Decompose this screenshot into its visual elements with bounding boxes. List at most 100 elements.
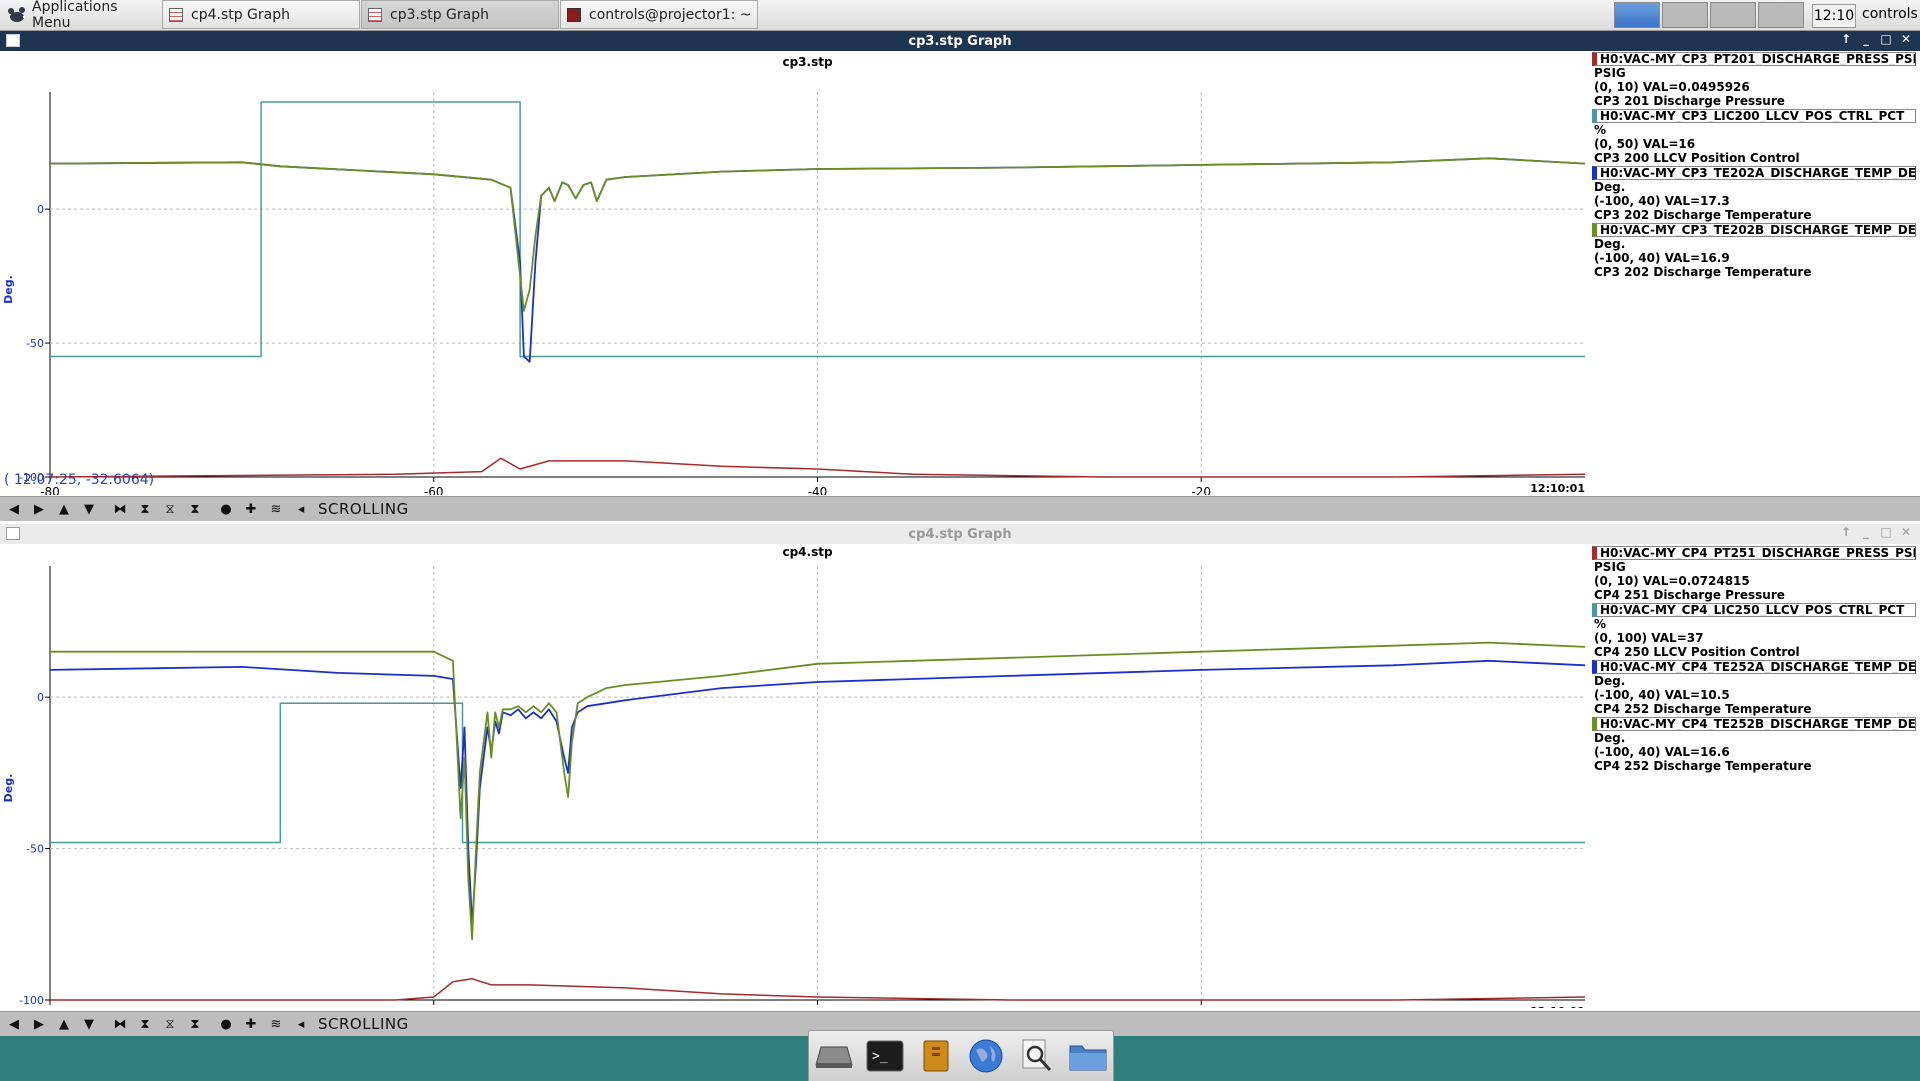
workspace-3[interactable] [1710, 2, 1756, 28]
legend-entry[interactable]: H0:VAC-MY_CP4_TE252B_DISCHARGE_TEMP_DEGC… [1592, 717, 1916, 773]
legend-entry[interactable]: H0:VAC-MY_CP4_TE252A_DISCHARGE_TEMP_DEGC… [1592, 660, 1916, 716]
pin-icon[interactable]: ↑ [1840, 32, 1852, 46]
cp3-toolbar: ◀ ▶ ▲ ▼ ⧓ ⧗ ⧖ ⧗ ● ✚ ≋ ◂ SCROLLING [0, 496, 1920, 521]
legend-channel-name[interactable]: H0:VAC-MY_CP4_LIC250_LLCV_POS_CTRL_PCT [1592, 603, 1916, 617]
user-name[interactable]: controls [1862, 6, 1918, 22]
legend-description: CP3 202 Discharge Temperature [1594, 208, 1812, 222]
zoom-in-vertical-icon[interactable]: ⧖ [159, 1014, 181, 1034]
legend-description: CP3 201 Discharge Pressure [1594, 94, 1785, 108]
scroll-back-icon[interactable]: ◂ [290, 1014, 312, 1034]
minimize-icon[interactable]: _ [1860, 525, 1872, 539]
search-icon[interactable] [1017, 1036, 1057, 1076]
plot-title: cp4.stp [782, 545, 832, 559]
y-tick-label: -50 [26, 843, 44, 856]
workspace-2[interactable] [1662, 2, 1708, 28]
legend-channel-name[interactable]: H0:VAC-MY_CP3_TE202B_DISCHARGE_TEMP_DEGC [1592, 223, 1916, 237]
drive-icon[interactable] [814, 1036, 854, 1076]
window-menu-icon[interactable] [6, 34, 20, 47]
legend-unit: Deg. [1594, 674, 1626, 688]
task-terminal[interactable]: controls@projector1: ~ [560, 0, 758, 29]
series-line-4 [49, 157, 1586, 312]
plot-title: cp3.stp [782, 55, 832, 69]
y-axis-label: Deg. [2, 774, 15, 803]
series-line-1 [49, 457, 1586, 478]
clock[interactable]: 12:10 [1812, 4, 1856, 28]
arrow-right-icon[interactable]: ▶ [28, 499, 50, 519]
arrow-up-icon[interactable]: ▲ [53, 1014, 75, 1034]
task-cp4-graph[interactable]: cp4.stp Graph [162, 0, 360, 29]
workspace-4[interactable] [1758, 2, 1804, 28]
terminal-icon [567, 7, 581, 22]
legend-channel-name[interactable]: H0:VAC-MY_CP4_TE252A_DISCHARGE_TEMP_DEGC [1592, 660, 1916, 674]
y-axis-label: Deg. [2, 275, 15, 304]
legend-entry[interactable]: H0:VAC-MY_CP3_TE202A_DISCHARGE_TEMP_DEGC… [1592, 166, 1916, 222]
arrow-up-icon[interactable]: ▲ [53, 499, 75, 519]
legend-channel-name[interactable]: H0:VAC-MY_CP4_TE252B_DISCHARGE_TEMP_DEGC [1592, 717, 1916, 731]
arrow-left-icon[interactable]: ◀ [3, 499, 25, 519]
window-menu-icon[interactable] [6, 527, 20, 540]
zoom-in-horizontal-icon[interactable]: ⧓ [109, 1014, 131, 1034]
crosshair-icon[interactable]: ✚ [240, 1014, 262, 1034]
top-panel: Applications Menu cp4.stp Graph cp3.stp … [0, 0, 1920, 31]
x-tick-label: -40 [808, 485, 828, 495]
pin-icon[interactable]: ↑ [1840, 525, 1852, 539]
workspace-1[interactable] [1614, 2, 1660, 28]
zoom-out-horizontal-icon[interactable]: ⧗ [134, 499, 156, 519]
archive-icon[interactable] [916, 1036, 956, 1076]
window-titlebar[interactable]: cp3.stp Graph ↑ _ □ ✕ [0, 31, 1920, 51]
arrow-right-icon[interactable]: ▶ [28, 1014, 50, 1034]
legend-entry[interactable]: H0:VAC-MY_CP3_TE202B_DISCHARGE_TEMP_DEGC… [1592, 223, 1916, 279]
legend-description: CP3 202 Discharge Temperature [1594, 265, 1812, 279]
x-tick-label: -20 [1191, 485, 1211, 495]
legend-channel-name[interactable]: H0:VAC-MY_CP3_LIC200_LLCV_POS_CTRL_PCT [1592, 109, 1916, 123]
autoscale-icon[interactable]: ≋ [265, 499, 287, 519]
close-icon[interactable]: ✕ [1900, 525, 1912, 539]
legend-entry[interactable]: H0:VAC-MY_CP3_PT201_DISCHARGE_PRESS_PSIG… [1592, 52, 1916, 108]
legend-channel-name[interactable]: H0:VAC-MY_CP3_TE202A_DISCHARGE_TEMP_DEGC [1592, 166, 1916, 180]
scroll-back-icon[interactable]: ◂ [290, 499, 312, 519]
zoom-in-vertical-icon[interactable]: ⧖ [159, 499, 181, 519]
record-icon[interactable]: ● [215, 499, 237, 519]
legend-entry[interactable]: H0:VAC-MY_CP4_PT251_DISCHARGE_PRESS_PSIG… [1592, 546, 1916, 602]
close-icon[interactable]: ✕ [1900, 32, 1912, 46]
browser-icon[interactable] [966, 1036, 1006, 1076]
zoom-out-vertical-icon[interactable]: ⧗ [184, 499, 206, 519]
svg-text:>_: >_ [872, 1049, 888, 1064]
task-cp3-graph[interactable]: cp3.stp Graph [361, 0, 559, 29]
legend-entry[interactable]: H0:VAC-MY_CP3_LIC200_LLCV_POS_CTRL_PCT%(… [1592, 109, 1916, 165]
arrow-left-icon[interactable]: ◀ [3, 1014, 25, 1034]
terminal-icon[interactable]: >_ [865, 1036, 905, 1076]
cursor-coordinate-readout: ( 12:07:25, -32.6064) [4, 472, 155, 488]
window-titlebar[interactable]: cp4.stp Graph ↑ _ □ ✕ [0, 524, 1920, 544]
cp4-plot-area[interactable]: cp4.stp-80-60-40-200-50-100Deg.(Minutes)… [0, 544, 1592, 1008]
legend-range-value: (0, 10) VAL=0.0495926 [1594, 80, 1750, 94]
zoom-out-horizontal-icon[interactable]: ⧗ [134, 1014, 156, 1034]
arrow-down-icon[interactable]: ▼ [78, 499, 100, 519]
legend-range-value: (-100, 40) VAL=17.3 [1594, 194, 1730, 208]
legend-channel-name[interactable]: H0:VAC-MY_CP4_PT251_DISCHARGE_PRESS_PSIG [1592, 546, 1916, 560]
zoom-out-vertical-icon[interactable]: ⧗ [184, 1014, 206, 1034]
record-icon[interactable]: ● [215, 1014, 237, 1034]
maximize-icon[interactable]: □ [1880, 525, 1892, 539]
time-label: 12:10:01 [1530, 1005, 1585, 1008]
maximize-icon[interactable]: □ [1880, 32, 1892, 46]
legend-entry[interactable]: H0:VAC-MY_CP4_LIC250_LLCV_POS_CTRL_PCT%(… [1592, 603, 1916, 659]
zoom-in-horizontal-icon[interactable]: ⧓ [109, 499, 131, 519]
minimize-icon[interactable]: _ [1860, 32, 1872, 46]
legend-description: CP4 252 Discharge Temperature [1594, 702, 1812, 716]
legend-channel-name[interactable]: H0:VAC-MY_CP3_PT201_DISCHARGE_PRESS_PSIG [1592, 52, 1916, 66]
autoscale-icon[interactable]: ≋ [265, 1014, 287, 1034]
arrow-down-icon[interactable]: ▼ [78, 1014, 100, 1034]
cp3-plot-area[interactable]: cp3.stp-80-60-40-200-50-100Deg.(Minutes)… [0, 51, 1592, 495]
legend-description: CP4 251 Discharge Pressure [1594, 588, 1785, 602]
window-title: cp4.stp Graph [908, 526, 1012, 542]
task-label: cp3.stp Graph [390, 6, 490, 23]
applications-menu-button[interactable]: Applications Menu [0, 0, 160, 31]
dock: >_ [808, 1030, 1114, 1081]
time-label: 12:10:01 [1530, 482, 1585, 495]
legend-unit: PSIG [1594, 66, 1626, 80]
y-tick-label: 0 [37, 691, 44, 704]
folder-icon[interactable] [1068, 1036, 1108, 1076]
crosshair-icon[interactable]: ✚ [240, 499, 262, 519]
scroll-mode-label: SCROLLING [318, 1015, 409, 1033]
